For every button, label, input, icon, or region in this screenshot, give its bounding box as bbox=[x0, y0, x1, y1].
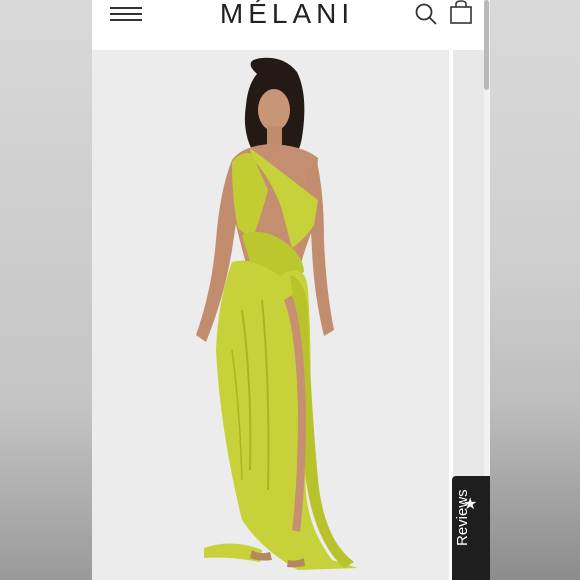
blurred-background-right bbox=[490, 0, 580, 580]
scrollbar-thumb[interactable] bbox=[484, 0, 489, 90]
reviews-label: Reviews bbox=[454, 489, 471, 546]
mobile-screen: MÉLANI ★ Reviews bbox=[92, 0, 490, 580]
blurred-background-left bbox=[0, 0, 92, 580]
reviews-tab[interactable]: ★ Reviews bbox=[452, 476, 490, 580]
site-header: MÉLANI bbox=[92, 0, 490, 50]
product-image[interactable] bbox=[92, 50, 449, 580]
hamburger-menu-icon[interactable] bbox=[110, 5, 142, 23]
shopping-bag-icon[interactable] bbox=[448, 0, 474, 26]
search-icon[interactable] bbox=[414, 2, 438, 26]
brand-logo[interactable]: MÉLANI bbox=[202, 0, 372, 30]
